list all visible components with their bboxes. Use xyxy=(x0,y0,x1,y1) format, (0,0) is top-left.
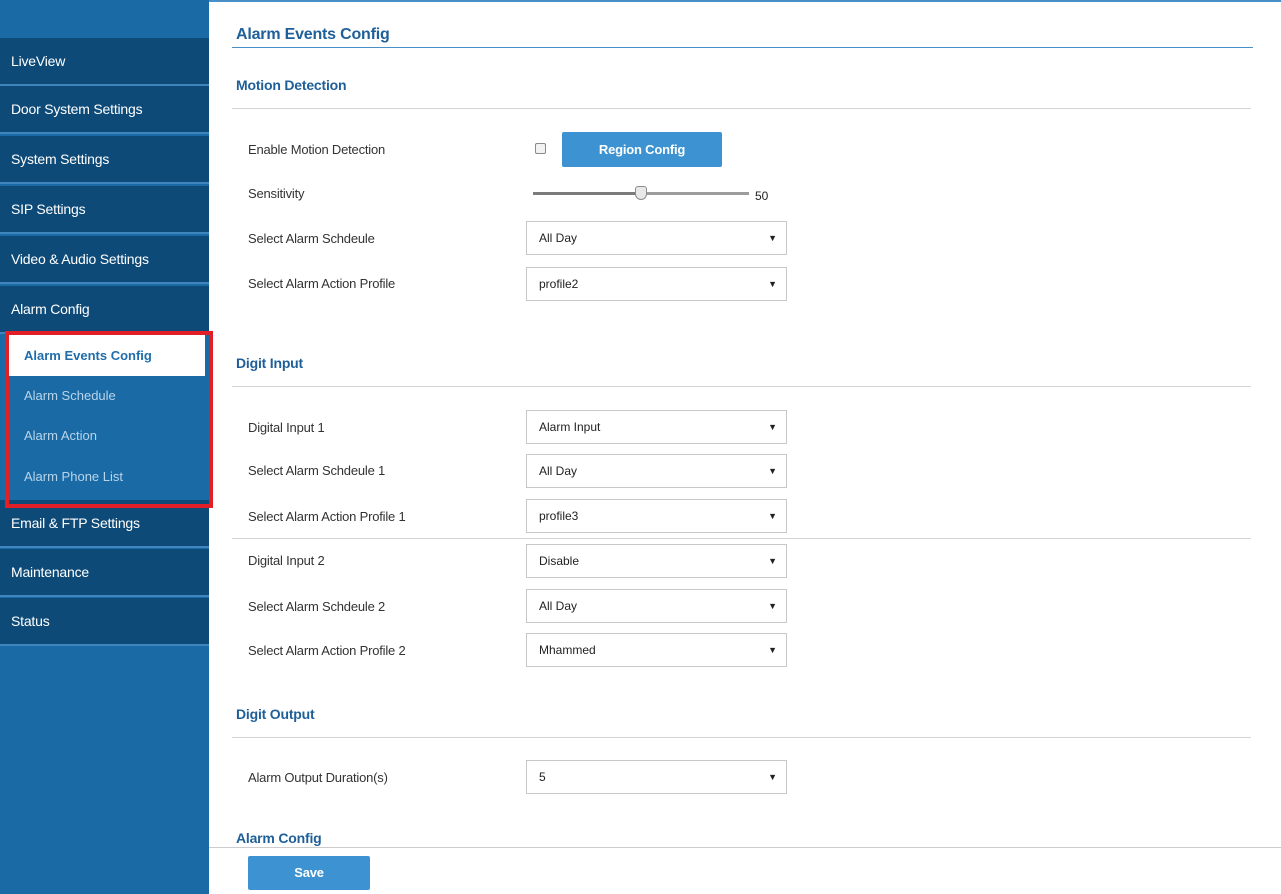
select-value: All Day xyxy=(539,231,578,245)
submenu-item-alarm-schedule[interactable]: Alarm Schedule xyxy=(7,375,205,416)
region-config-button[interactable]: Region Config xyxy=(562,132,722,167)
sidebar-item-maintenance[interactable]: Maintenance xyxy=(0,549,209,597)
sidebar-item-video-audio-settings[interactable]: Video & Audio Settings xyxy=(0,236,209,284)
sidebar-item-label: SIP Settings xyxy=(11,201,86,217)
sidebar-item-label: LiveView xyxy=(11,53,66,69)
title-divider xyxy=(232,47,1253,48)
submenu-item-alarm-phone-list[interactable]: Alarm Phone List xyxy=(7,456,205,497)
caret-down-icon: ▼ xyxy=(768,466,777,476)
sidebar-item-label: Maintenance xyxy=(11,564,89,580)
sidebar-item-label: Door System Settings xyxy=(11,101,143,117)
enable-motion-detection-checkbox[interactable] xyxy=(535,143,546,154)
select-alarm-action-profile-label: Select Alarm Action Profile xyxy=(248,276,396,291)
digital-input-2-select[interactable]: Disable ▼ xyxy=(526,544,787,578)
sidebar-item-label: Alarm Config xyxy=(11,301,90,317)
section-divider xyxy=(232,108,1251,109)
sidebar-item-sip-settings[interactable]: SIP Settings xyxy=(0,186,209,234)
alarm-schedule-1-select[interactable]: All Day ▼ xyxy=(526,454,787,488)
caret-down-icon: ▼ xyxy=(768,279,777,289)
submenu-item-label: Alarm Schedule xyxy=(24,388,116,403)
section-divider xyxy=(232,386,1251,387)
caret-down-icon: ▼ xyxy=(768,601,777,611)
page-title: Alarm Events Config xyxy=(236,26,390,43)
alarm-output-duration-select[interactable]: 5 ▼ xyxy=(526,760,787,794)
section-divider xyxy=(232,737,1251,738)
caret-down-icon: ▼ xyxy=(768,556,777,566)
sidebar-item-label: Email & FTP Settings xyxy=(11,515,140,531)
select-value: Alarm Input xyxy=(539,420,601,434)
sidebar-item-status[interactable]: Status xyxy=(0,598,209,646)
alarm-config-submenu: Alarm Events Config Alarm Schedule Alarm… xyxy=(7,333,209,501)
select-alarm-action-profile-1-label: Select Alarm Action Profile 1 xyxy=(248,509,406,524)
select-alarm-schedule-1-label: Select Alarm Schdeule 1 xyxy=(248,463,386,478)
select-value: Disable xyxy=(539,554,580,568)
section-title-motion-detection: Motion Detection xyxy=(236,77,347,93)
digital-input-2-label: Digital Input 2 xyxy=(248,553,325,568)
section-title-alarm-config: Alarm Config xyxy=(236,830,322,846)
footer-divider xyxy=(209,847,1281,848)
select-alarm-schedule-label: Select Alarm Schdeule xyxy=(248,231,375,246)
sidebar-item-label: System Settings xyxy=(11,151,110,167)
select-value: profile2 xyxy=(539,277,579,291)
submenu-item-label: Alarm Events Config xyxy=(24,348,152,363)
section-title-digit-output: Digit Output xyxy=(236,706,315,722)
enable-motion-detection-label: Enable Motion Detection xyxy=(248,142,386,157)
submenu-item-alarm-events-config[interactable]: Alarm Events Config xyxy=(7,335,205,376)
sidebar-item-system-settings[interactable]: System Settings xyxy=(0,136,209,184)
input-group-divider xyxy=(232,538,1251,539)
sidebar: LiveView Door System Settings System Set… xyxy=(0,0,209,894)
alarm-output-duration-label: Alarm Output Duration(s) xyxy=(248,770,388,785)
digital-input-1-label: Digital Input 1 xyxy=(248,420,325,435)
submenu-item-alarm-action[interactable]: Alarm Action xyxy=(7,415,205,456)
sensitivity-value: 50 xyxy=(755,189,769,203)
sensitivity-slider-fill xyxy=(533,192,641,195)
submenu-item-label: Alarm Action xyxy=(24,428,97,443)
submenu-item-label: Alarm Phone List xyxy=(24,469,123,484)
caret-down-icon: ▼ xyxy=(768,645,777,655)
select-value: All Day xyxy=(539,464,578,478)
sidebar-item-alarm-config[interactable]: Alarm Config xyxy=(0,286,209,334)
sensitivity-label: Sensitivity xyxy=(248,186,305,201)
alarm-schedule-select[interactable]: All Day ▼ xyxy=(526,221,787,255)
select-value: profile3 xyxy=(539,509,579,523)
select-value: Mhammed xyxy=(539,643,596,657)
digital-input-1-select[interactable]: Alarm Input ▼ xyxy=(526,410,787,444)
alarm-action-profile-select[interactable]: profile2 ▼ xyxy=(526,267,787,301)
alarm-action-profile-2-select[interactable]: Mhammed ▼ xyxy=(526,633,787,667)
caret-down-icon: ▼ xyxy=(768,233,777,243)
caret-down-icon: ▼ xyxy=(768,511,777,521)
caret-down-icon: ▼ xyxy=(768,772,777,782)
select-alarm-schedule-2-label: Select Alarm Schdeule 2 xyxy=(248,599,386,614)
caret-down-icon: ▼ xyxy=(768,422,777,432)
alarm-schedule-2-select[interactable]: All Day ▼ xyxy=(526,589,787,623)
alarm-action-profile-1-select[interactable]: profile3 ▼ xyxy=(526,499,787,533)
sensitivity-slider-handle[interactable] xyxy=(635,186,647,200)
sidebar-item-liveview[interactable]: LiveView xyxy=(0,38,209,86)
sidebar-item-label: Video & Audio Settings xyxy=(11,251,149,267)
save-button[interactable]: Save xyxy=(248,856,370,890)
sidebar-item-label: Status xyxy=(11,613,50,629)
select-value: 5 xyxy=(539,770,546,784)
select-alarm-action-profile-2-label: Select Alarm Action Profile 2 xyxy=(248,643,406,658)
sidebar-item-door-system-settings[interactable]: Door System Settings xyxy=(0,86,209,134)
section-title-digit-input: Digit Input xyxy=(236,355,304,371)
sidebar-item-email-ftp-settings[interactable]: Email & FTP Settings xyxy=(0,500,209,548)
select-value: All Day xyxy=(539,599,578,613)
